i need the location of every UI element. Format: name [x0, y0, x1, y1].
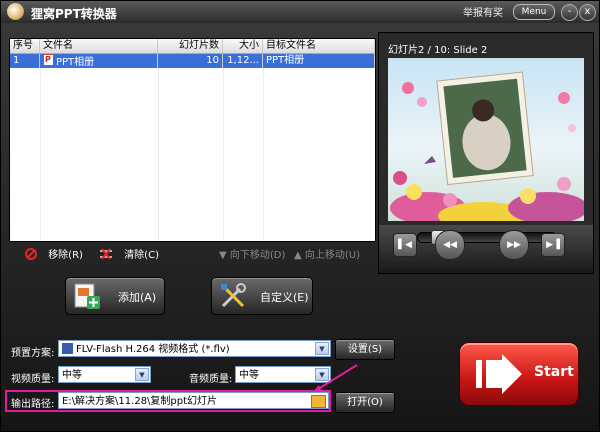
app-logo-icon — [7, 3, 24, 20]
output-path-value: E:\解决方案\11.28\复制ppt幻灯片 — [62, 396, 218, 407]
fast-forward-icon: ▶▶ — [507, 240, 521, 250]
ppt-file-icon — [43, 54, 54, 67]
file-list[interactable]: 序号 文件名 幻灯片数 大小 目标文件名 1 PPT相册 10 1,12... … — [9, 38, 376, 242]
customize-label: 自定义(E) — [260, 291, 309, 304]
fast-forward-button[interactable]: ▶▶ — [499, 230, 529, 260]
skip-end-button[interactable]: ▶▐ — [541, 233, 565, 257]
col-slides[interactable]: 幻灯片数 — [158, 39, 223, 53]
remove-label: 移除(R) — [48, 250, 83, 261]
preset-select[interactable]: FLV-Flash H.264 视频格式 (*.flv) ▼ — [58, 340, 331, 357]
row-target: PPT相册 — [263, 54, 375, 68]
table-row[interactable]: 1 PPT相册 10 1,12... PPT相册 — [10, 54, 375, 68]
skip-start-button[interactable]: ▌◀ — [393, 233, 417, 257]
preset-value: FLV-Flash H.264 视频格式 (*.flv) — [76, 344, 230, 355]
add-ppt-icon — [74, 283, 100, 309]
list-grid — [10, 68, 375, 240]
chevron-down-icon: ▼ — [135, 368, 149, 381]
audio-quality-value: 中等 — [239, 370, 259, 381]
skip-start-icon: ▌◀ — [398, 240, 412, 250]
skip-end-icon: ▶▐ — [546, 240, 560, 250]
move-down-label: 向下移动(D) — [229, 250, 286, 261]
row-file-name: PPT相册 — [40, 54, 158, 68]
clear-label: 清除(C) — [124, 250, 159, 261]
col-index[interactable]: 序号 — [10, 39, 40, 53]
menu-label: Menu — [521, 7, 547, 17]
open-button[interactable]: 打开(O) — [335, 392, 395, 413]
preset-label: 预置方案: — [11, 348, 55, 359]
move-down-button[interactable]: ▼ 向下移动(D) — [219, 246, 285, 261]
start-label: Start — [534, 364, 574, 380]
app-title: 狸窝PPT转换器 — [31, 7, 117, 21]
file-list-header: 序号 文件名 幻灯片数 大小 目标文件名 — [10, 39, 375, 54]
slide-preview-image — [388, 58, 584, 221]
chevron-down-icon: ▼ — [315, 342, 329, 355]
rewind-button[interactable]: ◀◀ — [435, 230, 465, 260]
arrow-down-icon: ▼ — [219, 250, 227, 261]
folder-icon[interactable] — [311, 395, 326, 408]
play-arrow-icon — [476, 354, 522, 394]
video-quality-select[interactable]: 中等 ▼ — [58, 366, 151, 383]
row-index: 1 — [10, 54, 40, 68]
clear-button[interactable]: 清除(C) — [99, 246, 159, 261]
start-button[interactable]: Start — [459, 342, 579, 406]
output-path-label: 输出路径: — [11, 399, 55, 410]
customize-button[interactable]: 自定义(E) — [211, 277, 313, 315]
row-file-name-text: PPT相册 — [56, 57, 95, 68]
col-file-name[interactable]: 文件名 — [40, 39, 158, 53]
row-slides: 10 — [158, 54, 223, 68]
remove-button[interactable]: 移除(R) — [25, 246, 83, 261]
add-button[interactable]: 添加(A) — [65, 277, 165, 315]
settings-button[interactable]: 设置(S) — [335, 339, 395, 360]
minimize-button[interactable]: - — [561, 4, 578, 21]
arrow-up-icon: ▲ — [294, 250, 302, 261]
output-path-input[interactable]: E:\解决方案\11.28\复制ppt幻灯片 — [58, 392, 329, 409]
tools-icon — [221, 283, 246, 308]
video-quality-label: 视频质量: — [11, 374, 55, 385]
move-up-button[interactable]: ▲ 向上移动(U) — [294, 246, 360, 261]
title-bar: 狸窝PPT转换器 举报有奖 Menu - x — [1, 1, 599, 23]
rewind-icon: ◀◀ — [443, 240, 457, 250]
clear-icon — [100, 248, 112, 260]
remove-icon — [25, 248, 37, 260]
row-size: 1,12... — [223, 54, 263, 68]
add-label: 添加(A) — [118, 291, 157, 304]
move-up-label: 向上移动(U) — [304, 250, 361, 261]
app-window: 狸窝PPT转换器 举报有奖 Menu - x 序号 文件名 幻灯片数 大小 目标… — [0, 0, 600, 432]
col-size[interactable]: 大小 — [223, 39, 263, 53]
close-button[interactable]: x — [579, 4, 596, 21]
film-icon — [62, 343, 73, 354]
slide-thumbnail — [390, 71, 584, 221]
report-link[interactable]: 举报有奖 — [463, 4, 503, 19]
audio-quality-label: 音频质量: — [189, 374, 233, 385]
preview-slide-label: 幻灯片2 / 10: Slide 2 — [388, 45, 488, 56]
video-quality-value: 中等 — [62, 370, 82, 381]
menu-button[interactable]: Menu — [513, 4, 555, 20]
col-target[interactable]: 目标文件名 — [263, 39, 375, 53]
